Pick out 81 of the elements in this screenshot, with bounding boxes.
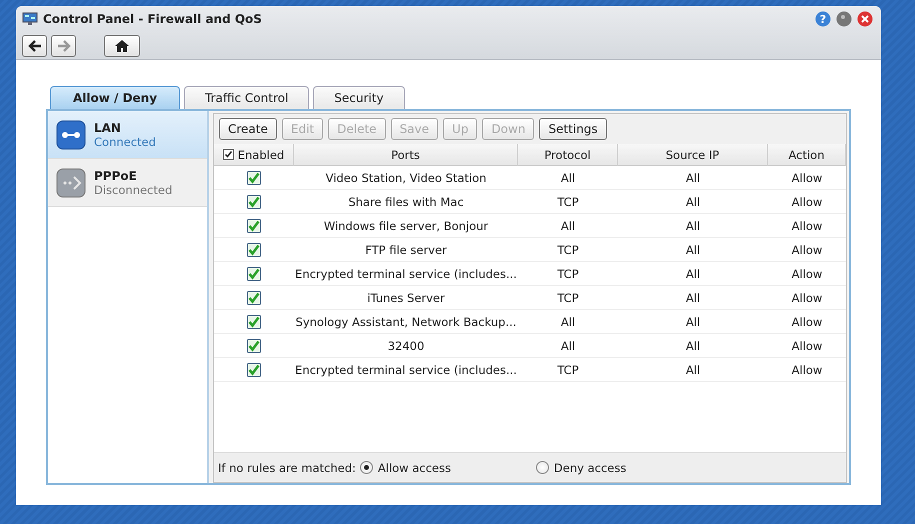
table-cell: All: [618, 358, 768, 382]
table-cell: Allow: [768, 190, 846, 214]
table-cell: TCP: [518, 190, 618, 214]
column-header[interactable]: Source IP: [618, 144, 768, 166]
minimize-icon[interactable]: [836, 11, 852, 27]
table-cell: All: [618, 334, 768, 358]
table-cell: TCP: [518, 238, 618, 262]
radio-label: Deny access: [554, 460, 626, 474]
checkbox[interactable]: [247, 314, 261, 328]
table-cell: FTP file server: [294, 238, 518, 262]
link-icon: [56, 120, 86, 150]
table-cell: All: [618, 238, 768, 262]
table-cell: All: [518, 214, 618, 238]
radio-icon[interactable]: [536, 461, 549, 474]
checkbox[interactable]: [247, 170, 261, 184]
checkbox[interactable]: [222, 149, 234, 160]
table-cell: iTunes Server: [294, 286, 518, 310]
table-cell: Encrypted terminal service (includes...: [294, 358, 518, 382]
checkbox[interactable]: [247, 194, 261, 208]
home-icon: [115, 40, 129, 52]
table-cell: TCP: [518, 262, 618, 286]
table-cell: Allow: [768, 166, 846, 190]
table-cell: All: [618, 262, 768, 286]
table-cell: All: [618, 190, 768, 214]
checkbox[interactable]: [247, 218, 261, 232]
home-button[interactable]: [104, 35, 140, 57]
column-header[interactable]: Protocol: [518, 144, 618, 166]
column-header[interactable]: Ports: [294, 144, 518, 166]
back-arrow-icon: [28, 40, 42, 52]
table-cell: TCP: [518, 358, 618, 382]
radio-icon[interactable]: [360, 461, 373, 474]
window-title: Control Panel - Firewall and QoS: [43, 12, 263, 26]
table-cell: All: [518, 334, 618, 358]
column-header[interactable]: Action: [768, 144, 846, 166]
column-header[interactable]: Enabled: [214, 144, 294, 166]
checkbox[interactable]: [247, 362, 261, 376]
table-cell: Encrypted terminal service (includes...: [294, 262, 518, 286]
checkbox[interactable]: [247, 338, 261, 352]
footer-label: If no rules are matched:: [218, 460, 356, 474]
table-cell: Allow: [768, 238, 846, 262]
close-icon[interactable]: [857, 11, 873, 27]
forward-arrow-icon: [56, 40, 70, 52]
table-cell: All: [518, 310, 618, 334]
table-cell: All: [518, 166, 618, 190]
back-button[interactable]: [22, 35, 47, 57]
help-icon[interactable]: ?: [815, 11, 831, 27]
table-cell: Allow: [768, 262, 846, 286]
table-cell: All: [618, 214, 768, 238]
table-cell: 32400: [294, 334, 518, 358]
interface-item[interactable]: PPPoE Disconnected: [48, 159, 207, 207]
control-panel-icon: [22, 12, 38, 26]
table-cell: All: [618, 310, 768, 334]
table-cell: Allow: [768, 358, 846, 382]
checkbox[interactable]: [247, 242, 261, 256]
interface-status: Connected: [94, 134, 156, 148]
table-cell: All: [618, 286, 768, 310]
table-cell: Windows file server, Bonjour: [294, 214, 518, 238]
interface-name: PPPoE: [94, 168, 138, 182]
table-cell: Synology Assistant, Network Backup...: [294, 310, 518, 334]
interface-status: Disconnected: [94, 182, 172, 196]
table-cell: Allow: [768, 334, 846, 358]
table-cell: Allow: [768, 214, 846, 238]
header-label: Enabled: [238, 148, 284, 162]
checkbox[interactable]: [247, 266, 261, 280]
toolbar-button[interactable]: Settings: [539, 118, 607, 140]
tab[interactable]: Traffic Control: [184, 86, 310, 109]
tab[interactable]: Allow / Deny: [50, 86, 180, 109]
interface-name: LAN: [94, 120, 122, 134]
checkbox[interactable]: [247, 290, 261, 304]
table-cell: Allow: [768, 286, 846, 310]
radio-option[interactable]: Allow access: [360, 460, 532, 474]
table-cell: Allow: [768, 310, 846, 334]
tab[interactable]: Security: [313, 86, 405, 109]
table-cell: Share files with Mac: [294, 190, 518, 214]
table-cell: All: [618, 166, 768, 190]
radio-label: Allow access: [378, 460, 451, 474]
toolbar-button[interactable]: Create: [219, 118, 277, 140]
interface-item[interactable]: LAN Connected: [48, 111, 207, 159]
table-cell: Video Station, Video Station: [294, 166, 518, 190]
table-cell: TCP: [518, 286, 618, 310]
radio-option[interactable]: Deny access: [536, 460, 626, 474]
